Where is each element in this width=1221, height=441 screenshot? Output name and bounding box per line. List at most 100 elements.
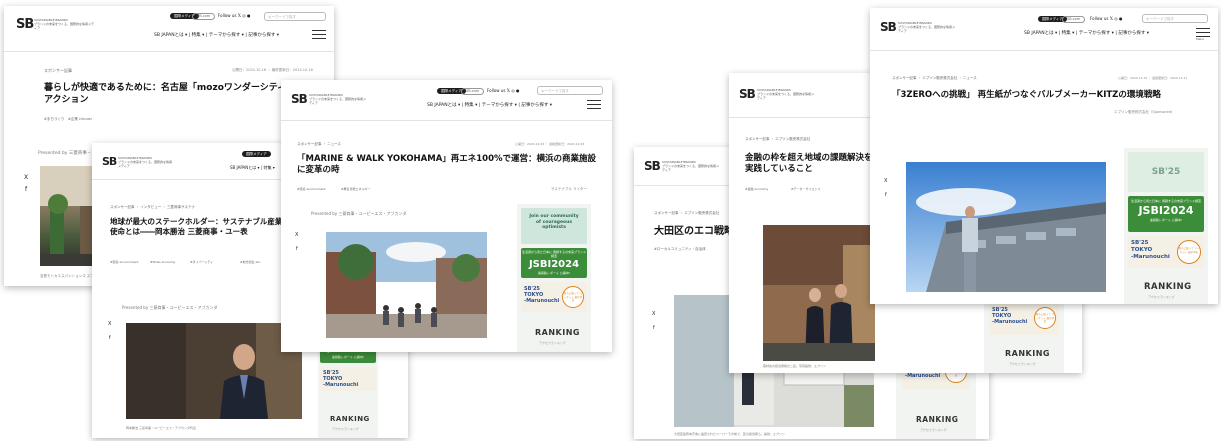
follow-label: Follow us 𝕏 ◎ ●	[218, 13, 251, 18]
ranking-heading: RANKING	[916, 415, 959, 424]
main-nav[interactable]: SB JAPANとは ▾ | 特集 ▾	[230, 165, 275, 171]
ranking-heading: RANKING	[1005, 349, 1050, 358]
image-caption: 岡本勝治 三菱商事・ユーピーエス・アブカンダ代表	[126, 426, 196, 430]
tag-chip[interactable]: #ローカルコミュニティ・自治体	[654, 247, 706, 252]
instagram-icon[interactable]: ◎	[1114, 16, 1118, 21]
site-logo[interactable]: SB	[880, 20, 897, 34]
tag-chip[interactable]: #再生可能エネルギー	[341, 187, 371, 191]
sb25-title: SB'25TOKYO-Marunouchi	[524, 286, 560, 304]
facebook-icon[interactable]: ●	[1119, 16, 1123, 21]
x-icon[interactable]: 𝕏	[507, 88, 510, 93]
sb25-badge: 新たに知って マーケット 展示予告	[1177, 240, 1201, 264]
main-nav[interactable]: SB JAPANとは ▾ | 特集 ▾ | テーマから探す ▾ | 記事から探す…	[154, 32, 279, 38]
share-facebook-icon[interactable]: f	[296, 246, 298, 252]
two-staff-portrait	[763, 225, 875, 361]
site-tagline: SUSTAINABLE BRANDS ブランドの未来をつくる、国際的な情報メディア	[118, 156, 172, 168]
tag-chip[interactable]: #環境 environment	[110, 260, 139, 264]
media-pill-sbcom[interactable]: SB.com	[192, 13, 216, 20]
kitz-building-scene	[906, 162, 1106, 292]
site-logo[interactable]: SB	[16, 17, 34, 32]
sb25-banner[interactable]: SB'25TOKYO-Marunouchi 新たに知って マーケット 展示予告	[1128, 236, 1204, 268]
tag-chip[interactable]: #金融 economy	[745, 187, 768, 191]
facebook-icon[interactable]: ●	[247, 13, 251, 18]
ranking-heading: RANKING	[330, 415, 370, 423]
ranking-subheading: アクセスランキング	[332, 427, 359, 431]
media-pill-sbcom[interactable]: SB.com	[1062, 16, 1086, 23]
menu-icon[interactable]	[312, 30, 326, 42]
sb25-badge: 新たに知って マーケット 展示予告	[1034, 307, 1056, 329]
publish-date: 公開日：2024.10.16 ・ 最終更新日：2024.10.16	[232, 68, 313, 72]
jsbi-banner-small: 生活者から見た日本に 貢献するの未来ブランド調査	[522, 250, 586, 258]
share-x-icon[interactable]: X	[24, 174, 28, 181]
share-facebook-icon[interactable]: f	[109, 335, 111, 341]
main-nav[interactable]: SB JAPANとは ▾ | 特集 ▾ | テーマから探す ▾ | 記事から探す…	[1024, 30, 1149, 36]
publish-date: 公開日：2024.11.15 ・ 最終更新日：2024.12.17	[1118, 76, 1188, 80]
ranking-subheading: アクセスランキング	[920, 428, 947, 432]
media-pill-sbcom[interactable]: SB.com	[461, 88, 485, 95]
publish-date: 公開日：2024.12.03 ・ 最終更新日：2024.12.03	[515, 142, 585, 146]
sb25-logo-text: SB'25	[1151, 167, 1181, 177]
site-logo[interactable]: SB	[291, 92, 308, 106]
ranking-heading: RANKING	[1144, 282, 1192, 292]
instagram-icon[interactable]: ◎	[511, 88, 515, 93]
share-x-icon[interactable]: X	[108, 321, 111, 327]
share-facebook-icon[interactable]: f	[25, 186, 27, 193]
share-x-icon[interactable]: X	[295, 232, 298, 238]
jsbi-banner-sub: 速報版レポート 公開中!	[331, 355, 365, 359]
instagram-icon[interactable]: ◎	[242, 13, 246, 18]
tag-chip[interactable]: #ダイバーシティ	[190, 260, 213, 264]
share-x-icon[interactable]: X	[884, 178, 887, 184]
sb25-logo-banner[interactable]: SB'25	[1128, 152, 1204, 192]
share-facebook-icon[interactable]: f	[885, 192, 887, 198]
site-logo[interactable]: SB	[739, 87, 756, 101]
share-facebook-icon[interactable]: f	[653, 325, 655, 331]
article-hero-image	[763, 225, 875, 361]
site-tagline: SUSTAINABLE BRANDS ブランドの未来をつくる、国際的な情報メディア	[898, 21, 955, 33]
jsbi-banner[interactable]: 生活者から見た日本に 貢献するの未来ブランド調査 JSBI2024 速報版レポー…	[521, 248, 587, 278]
site-tagline: SUSTAINABLE BRANDS ブランドの未来をつくる、国際的な情報メディア	[309, 93, 366, 105]
site-logo[interactable]: SB	[644, 159, 661, 173]
tag-chip[interactable]: #データ・サイエンス	[791, 187, 820, 191]
ranking-subheading: アクセスランキング	[1009, 362, 1036, 366]
breadcrumb[interactable]: スポンサー記事 ・ エプソン販売株式会社	[745, 137, 810, 142]
community-banner[interactable]: Join our community of courageous optimis…	[521, 208, 587, 244]
ranking-subheading: アクセスランキング	[539, 341, 566, 345]
x-icon[interactable]: 𝕏	[238, 13, 241, 18]
tag-chip[interactable]: #SDGs economy	[150, 260, 175, 264]
search-input[interactable]: キーワードで探す	[1142, 14, 1208, 23]
sb25-banner[interactable]: SB'25TOKYO-Marunouchi 新たに知って マーケット 展示予告	[521, 282, 587, 312]
jsbi-banner[interactable]: 生活者から見た日本に 貢献するの未来ブランド調査 JSBI2024 速報版レポー…	[1128, 196, 1204, 232]
article-title: 「3ZEROへの挑戦」 再生紙がつなぐバルブメーカーKITZの環境戦略	[892, 90, 1161, 100]
search-input[interactable]: キーワードで探す	[537, 86, 603, 95]
site-logo[interactable]: SB	[102, 155, 117, 168]
breadcrumb[interactable]: スポンサー記事	[44, 68, 72, 74]
menu-icon[interactable]	[587, 100, 601, 112]
main-nav[interactable]: SB JAPANとは ▾ | 特集 ▾ | テーマから探す ▾ | 記事から探す…	[427, 102, 552, 108]
portrait-executive	[126, 323, 302, 419]
tag-chip[interactable]: #企業 circular	[68, 117, 92, 122]
sponsor-credit: Presented by 三菱商事・ユーピーエス・アブカンダ	[122, 305, 218, 310]
share-x-icon[interactable]: X	[652, 311, 655, 317]
search-input[interactable]: キーワードで探す	[264, 12, 326, 21]
author: サステナブル ライター	[551, 187, 587, 191]
sb25-title: SB'25TOKYO-Marunouchi	[992, 307, 1028, 325]
facebook-icon[interactable]: ●	[516, 88, 520, 93]
media-pill[interactable]: 国際メディア	[242, 151, 271, 157]
article-hero-image	[126, 323, 302, 419]
sb25-banner[interactable]: SB'25TOKYO-Marunouchi 新たに知って マーケット 展示予告	[989, 303, 1059, 335]
ranking-subheading: アクセスランキング	[1148, 295, 1175, 299]
image-caption: 取材先の担当者様の二名。写真提供：エプソン	[763, 364, 827, 368]
article-title: 「MARINE & WALK YOKOHAMA」再エネ100%で運営：横浜の商業…	[297, 154, 597, 176]
breadcrumb[interactable]: スポンサー記事 ・ インタビュー ・ 三菱商事サステナ	[110, 205, 195, 210]
breadcrumb[interactable]: スポンサー記事 ・ ニュース	[297, 142, 341, 147]
x-icon[interactable]: 𝕏	[1110, 16, 1113, 21]
community-banner-text: Join our community of courageous optimis…	[529, 214, 579, 230]
breadcrumb[interactable]: スポンサー記事 ・ エプソン販売株式会社 ・ ニュース	[892, 76, 977, 81]
tag-chip[interactable]: #地方創生 etc.	[240, 260, 261, 264]
menu-label[interactable]: Menu	[1196, 37, 1204, 42]
image-caption: 大田区役所本庁舎に設置されたペーパーラボ前で、区の担当者ら。提供：エプソン	[674, 432, 785, 436]
sb25-banner[interactable]: SB'25 TOKYO -Marunouchi	[320, 367, 376, 391]
tag-chip[interactable]: #環境 environment	[297, 187, 326, 191]
tag-chip[interactable]: #まちづくり	[44, 117, 64, 122]
breadcrumb[interactable]: スポンサー記事 ・ エプソン販売株式会社	[654, 211, 719, 216]
